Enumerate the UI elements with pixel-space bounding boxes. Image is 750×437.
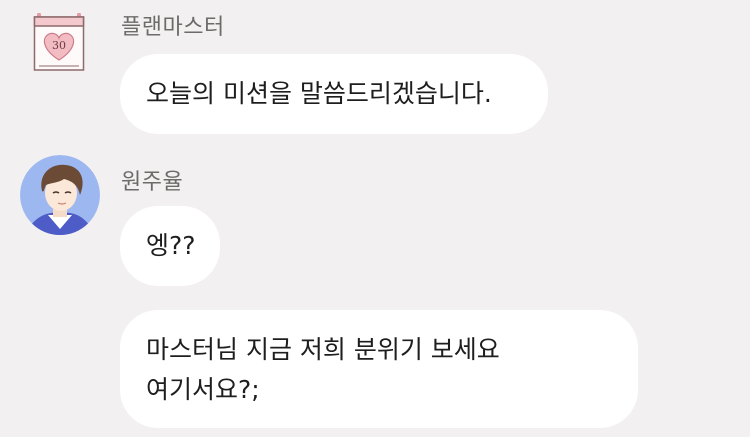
user-avatar[interactable] <box>20 155 100 235</box>
message-text: 마스터님 지금 저희 분위기 보세요 여기서요?; <box>146 335 500 404</box>
sender-name: 원주율 <box>121 170 184 195</box>
calendar-day-label: 30 <box>52 39 66 52</box>
message-bubble[interactable]: 엥?? <box>120 206 220 286</box>
message-bubble[interactable]: 오늘의 미션을 말씀드리겠습니다. <box>120 54 548 134</box>
sender-name: 플랜마스터 <box>121 15 225 40</box>
message-text: 엥?? <box>146 231 196 260</box>
chat-view: 30 플랜마스터 오늘의 미션을 말씀드리겠습니다. 원주율 엥?? 마스터님 … <box>0 0 750 437</box>
message-bubble[interactable]: 마스터님 지금 저희 분위기 보세요 여기서요?; <box>120 310 638 428</box>
calendar-heart-icon[interactable]: 30 <box>33 12 85 72</box>
message-text: 오늘의 미션을 말씀드리겠습니다. <box>146 79 492 108</box>
